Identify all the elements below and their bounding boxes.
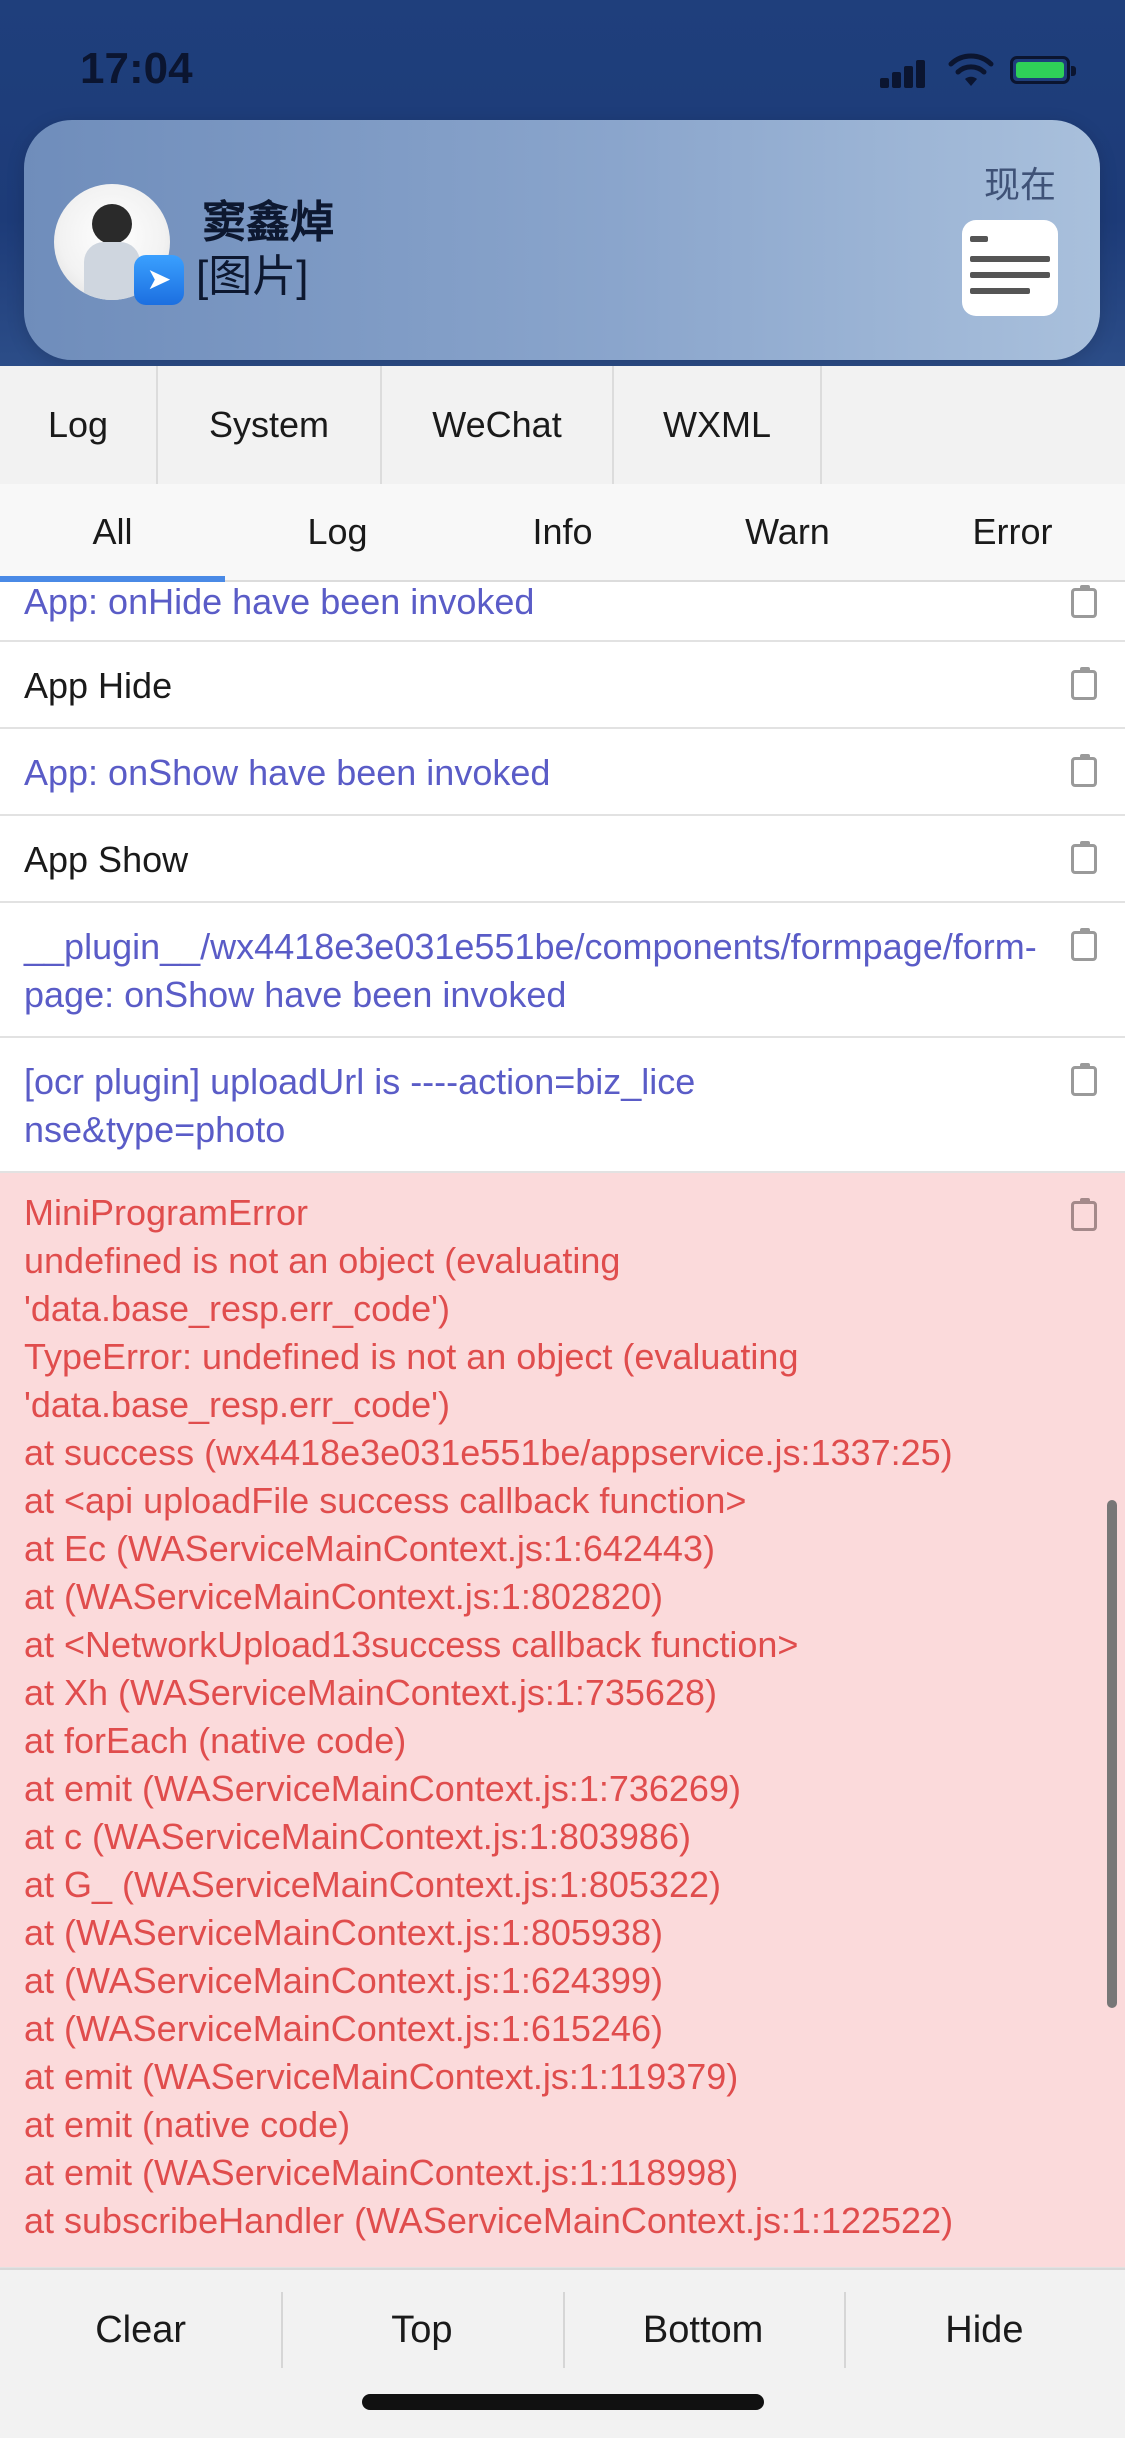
- filter-info[interactable]: Info: [450, 484, 675, 580]
- log-entry: App: onShow have been invoked: [0, 729, 1125, 816]
- error-line: at emit (WAServiceMainContext.js:1:11899…: [24, 2152, 739, 2193]
- error-line: at (WAServiceMainContext.js:1:802820): [24, 1576, 663, 1617]
- home-indicator[interactable]: [362, 2394, 764, 2410]
- log-text: App: onShow have been invoked: [24, 752, 551, 793]
- log-text: __plugin__/wx4418e3e031e551be/components…: [24, 926, 1037, 1015]
- app-badge-icon: ➤: [134, 255, 184, 305]
- error-line: TypeError: undefined is not an object (e…: [24, 1336, 799, 1377]
- copy-icon[interactable]: [1071, 585, 1097, 618]
- tab-wxml[interactable]: WXML: [614, 366, 822, 484]
- copy-icon[interactable]: [1071, 754, 1097, 787]
- filter-log[interactable]: Log: [225, 484, 450, 580]
- log-entry: App Show: [0, 816, 1125, 903]
- level-filter-bar: All Log Info Warn Error: [0, 484, 1125, 582]
- error-line: 'data.base_resp.err_code'): [24, 1384, 451, 1425]
- tab-wechat[interactable]: WeChat: [382, 366, 614, 484]
- error-line: MiniProgramError: [24, 1192, 309, 1233]
- error-line: at Ec (WAServiceMainContext.js:1:642443): [24, 1528, 715, 1569]
- tab-bar: Log System WeChat WXML: [0, 366, 1125, 486]
- log-entry: __plugin__/wx4418e3e031e551be/components…: [0, 903, 1125, 1038]
- wifi-icon: [948, 53, 994, 86]
- error-line: at (WAServiceMainContext.js:1:615246): [24, 2008, 663, 2049]
- log-entry: App: onHide have been invoked: [0, 580, 1125, 642]
- error-line: at emit (WAServiceMainContext.js:1:73626…: [24, 1768, 741, 1809]
- log-text: App Show: [24, 839, 189, 880]
- error-line: undefined is not an object (evaluating: [24, 1240, 621, 1281]
- clear-button[interactable]: Clear: [0, 2270, 281, 2438]
- log-entry: [ocr plugin] uploadUrl is ----action=biz…: [0, 1038, 1125, 1173]
- bottom-button[interactable]: Bottom: [562, 2270, 844, 2438]
- status-bar: 17:04: [0, 0, 1125, 130]
- error-line: at (WAServiceMainContext.js:1:624399): [24, 1960, 663, 2001]
- error-line: at success (wx4418e3e031e551be/appservic…: [24, 1432, 953, 1473]
- copy-icon[interactable]: [1071, 667, 1097, 700]
- log-text: [ocr plugin] uploadUrl is ----action=biz…: [24, 1061, 696, 1150]
- status-time: 17:04: [80, 44, 193, 93]
- error-line: at emit (native code): [24, 2104, 351, 2145]
- error-line: at <NetworkUpload13success callback func…: [24, 1624, 799, 1665]
- log-list[interactable]: App: onHide have been invoked App Hide A…: [0, 580, 1125, 2268]
- error-line: at forEach (native code): [24, 1720, 407, 1761]
- bottom-toolbar: Clear Top Bottom Hide: [0, 2268, 1125, 2438]
- filter-error[interactable]: Error: [900, 484, 1125, 580]
- error-line: at (WAServiceMainContext.js:1:805938): [24, 1912, 663, 1953]
- tab-log[interactable]: Log: [0, 366, 158, 484]
- error-line: 'data.base_resp.err_code'): [24, 1288, 451, 1329]
- copy-icon[interactable]: [1071, 1198, 1097, 1231]
- log-entry: App Hide: [0, 642, 1125, 729]
- copy-icon[interactable]: [1071, 928, 1097, 961]
- tab-system[interactable]: System: [158, 366, 382, 484]
- notification-thumbnail: [962, 220, 1058, 316]
- copy-icon[interactable]: [1071, 841, 1097, 874]
- error-line: at <api uploadFile success callback func…: [24, 1480, 747, 1521]
- copy-icon[interactable]: [1071, 1063, 1097, 1096]
- scrollbar[interactable]: [1107, 1500, 1117, 2008]
- cellular-signal-icon: [880, 58, 926, 88]
- error-line: at subscribeHandler (WAServiceMainContex…: [24, 2200, 954, 2241]
- top-button[interactable]: Top: [281, 2270, 562, 2438]
- error-line: at G_ (WAServiceMainContext.js:1:805322): [24, 1864, 721, 1905]
- notification-message: [图片]: [196, 252, 309, 301]
- notification-banner[interactable]: ➤ 窦鑫焯 [图片] 现在: [24, 120, 1100, 360]
- error-line: at Xh (WAServiceMainContext.js:1:735628): [24, 1672, 717, 1713]
- filter-all[interactable]: All: [0, 484, 225, 582]
- filter-warn[interactable]: Warn: [675, 484, 900, 580]
- error-line: at emit (WAServiceMainContext.js:1:11937…: [24, 2056, 739, 2097]
- hide-button[interactable]: Hide: [843, 2270, 1125, 2438]
- log-text: App: onHide have been invoked: [24, 581, 535, 622]
- notification-time: 现在: [983, 164, 1056, 205]
- log-text: App Hide: [24, 665, 173, 706]
- error-line: at c (WAServiceMainContext.js:1:803986): [24, 1816, 691, 1857]
- error-log-entry: MiniProgramError undefined is not an obj…: [0, 1173, 1125, 2268]
- battery-icon: [1010, 56, 1076, 84]
